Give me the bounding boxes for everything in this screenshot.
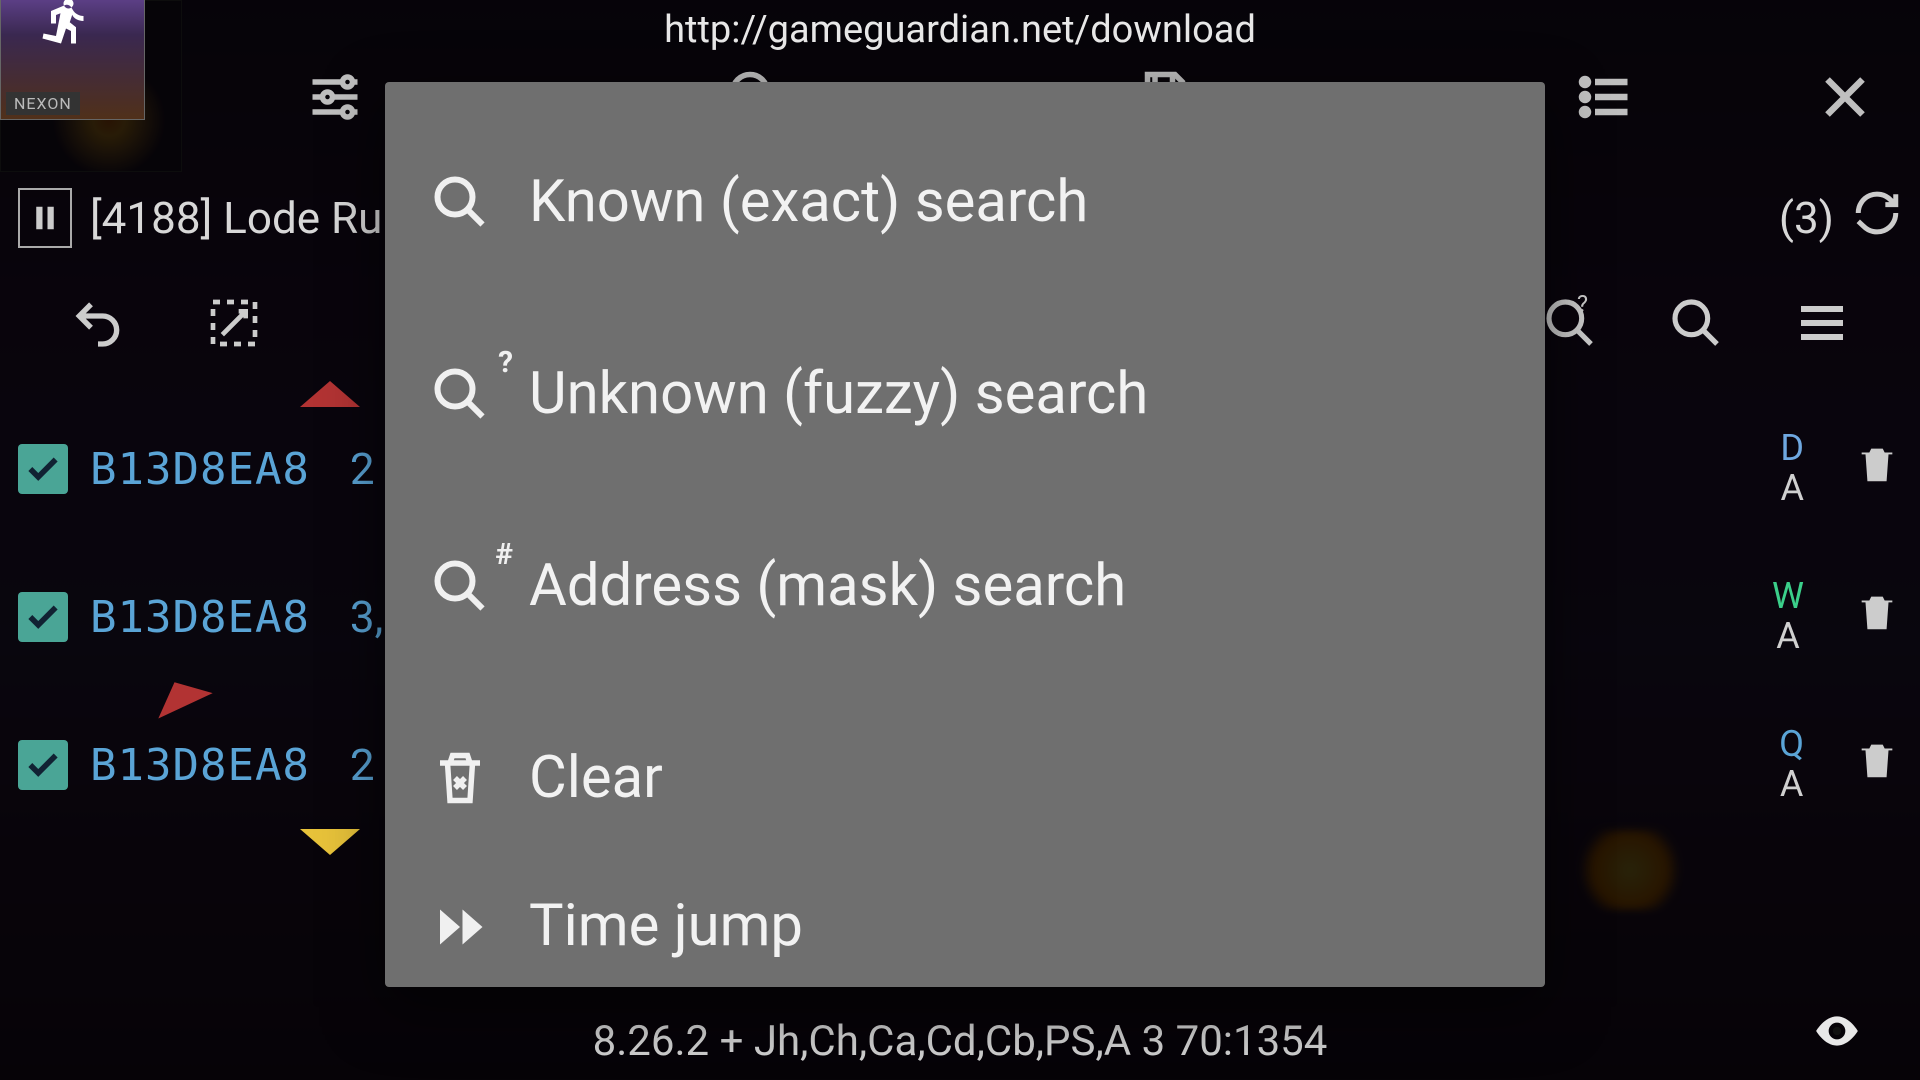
menu-item-clear[interactable]: Clear: [385, 682, 1545, 874]
publisher-label: NEXON: [6, 92, 80, 115]
trash-clear-icon: [425, 743, 495, 813]
trash-icon: [1854, 587, 1900, 637]
pause-button[interactable]: [18, 188, 72, 248]
decrease-indicator-icon: [300, 829, 360, 855]
menu-item-label: Unknown (fuzzy) search: [529, 360, 1148, 428]
selection-icon: [206, 295, 262, 351]
delete-row-button[interactable]: [1854, 735, 1900, 796]
list-tab-icon[interactable]: [1570, 62, 1640, 132]
refresh-button[interactable]: [1852, 188, 1902, 249]
row-checkbox[interactable]: [18, 740, 68, 790]
trash-icon: [1854, 735, 1900, 785]
close-icon[interactable]: [1810, 62, 1880, 132]
eye-icon: [1804, 1006, 1870, 1056]
search-question-icon: ?: [425, 359, 495, 429]
search-icon: [1668, 295, 1724, 351]
address-value: B13D8EA8: [90, 740, 310, 791]
address-value: B13D8EA8: [90, 592, 310, 643]
hamburger-icon: [1794, 295, 1850, 351]
select-region-button[interactable]: [206, 295, 262, 355]
check-icon: [24, 450, 62, 488]
search-hash-icon: #: [425, 551, 495, 621]
menu-item-label: Known (exact) search: [529, 168, 1088, 236]
refresh-icon: [1852, 188, 1902, 238]
menu-item-label: Time jump: [529, 892, 803, 960]
pause-icon: [30, 199, 60, 237]
menu-item-address-search[interactable]: # Address (mask) search: [385, 490, 1545, 682]
undo-button[interactable]: [70, 295, 126, 355]
runner-icon: [36, 0, 96, 61]
settings-sliders-icon[interactable]: [300, 62, 370, 132]
target-app-thumbnail[interactable]: G G NEXON: [0, 0, 145, 120]
type-flags: W A: [1772, 577, 1804, 656]
check-icon: [24, 746, 62, 784]
row-checkbox[interactable]: [18, 444, 68, 494]
process-label[interactable]: [4188] Lode Run: [90, 192, 407, 244]
visibility-toggle[interactable]: [1804, 1006, 1870, 1060]
search-button[interactable]: [1668, 295, 1724, 355]
check-icon: [24, 598, 62, 636]
undo-icon: [70, 295, 126, 351]
fast-forward-icon: [425, 892, 495, 962]
row-value: 3,: [350, 591, 383, 643]
menu-item-label: Clear: [529, 744, 663, 812]
menu-item-known-search[interactable]: Known (exact) search: [385, 106, 1545, 298]
increase-indicator-icon: [300, 381, 360, 407]
search-question-icon: ?: [1542, 295, 1598, 351]
menu-item-label: Address (mask) search: [529, 552, 1126, 620]
result-count: (3): [1779, 192, 1834, 244]
search-icon: [425, 167, 495, 237]
address-value: B13D8EA8: [90, 444, 310, 495]
delete-row-button[interactable]: [1854, 587, 1900, 648]
type-flags: D A: [1780, 429, 1804, 508]
type-flags: Q A: [1779, 725, 1804, 804]
delete-row-button[interactable]: [1854, 439, 1900, 500]
menu-button[interactable]: [1794, 295, 1850, 355]
row-checkbox[interactable]: [18, 592, 68, 642]
menu-item-unknown-search[interactable]: ? Unknown (fuzzy) search: [385, 298, 1545, 490]
svg-text:?: ?: [1577, 295, 1588, 317]
trash-icon: [1854, 439, 1900, 489]
fuzzy-search-button[interactable]: ?: [1542, 295, 1598, 355]
status-bar: 8.26.2 + Jh,Ch,Ca,Cd,Cb,PS,A 3 70:1354: [0, 1017, 1920, 1066]
row-value: 2: [350, 739, 375, 791]
menu-item-time-jump[interactable]: Time jump: [385, 874, 1545, 987]
search-menu: Known (exact) search ? Unknown (fuzzy) s…: [385, 82, 1545, 987]
row-value: 2: [350, 443, 375, 495]
download-url: http://gameguardian.net/download: [0, 8, 1920, 52]
